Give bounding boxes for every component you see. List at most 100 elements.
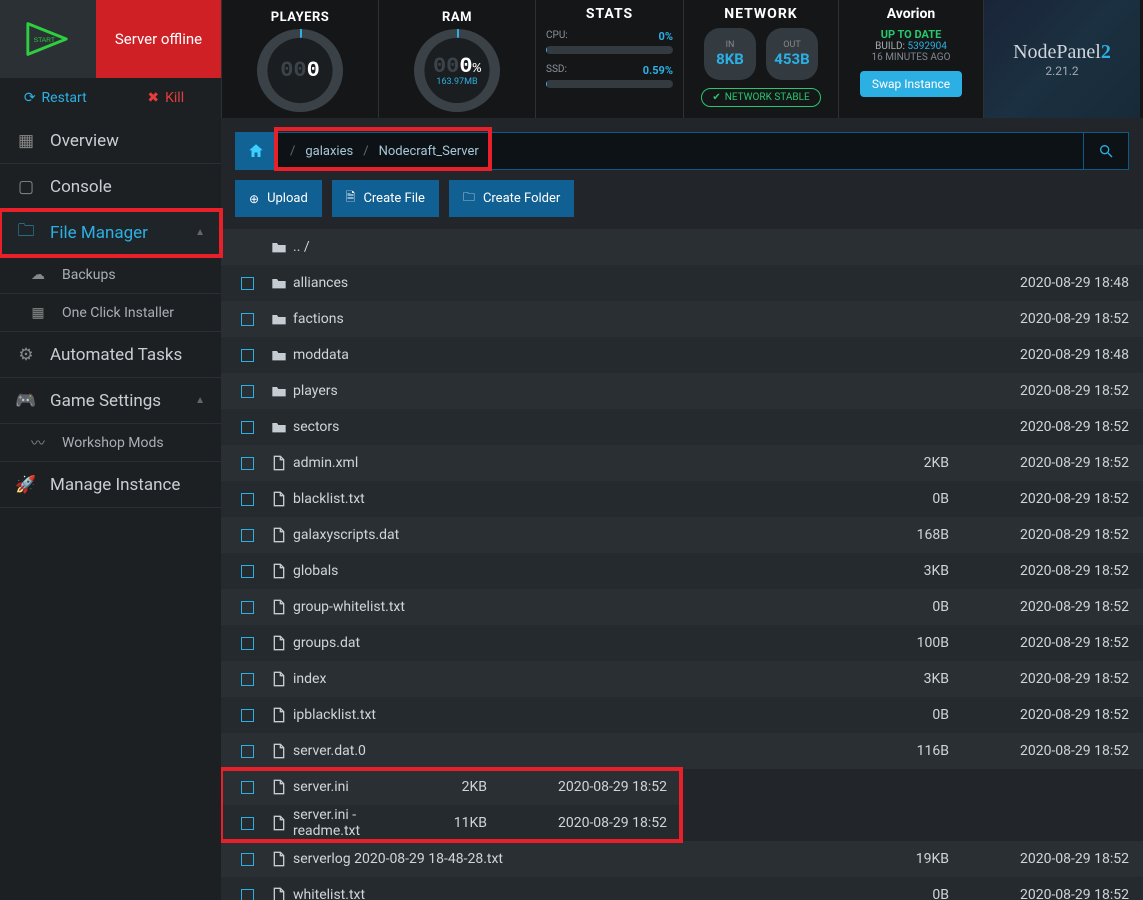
action-label: Create Folder xyxy=(483,191,560,206)
file-checkbox[interactable] xyxy=(229,421,265,434)
file-row[interactable]: groups.dat 100B 2020-08-29 18:52 xyxy=(221,625,1143,661)
file-icon xyxy=(265,851,293,867)
swap-instance-button[interactable]: Swap Instance xyxy=(860,71,962,97)
file-icon: 🗎 xyxy=(346,188,356,209)
net-out: OUT 453B xyxy=(766,28,818,80)
file-row[interactable]: sectors 2020-08-29 18:52 xyxy=(221,409,1143,445)
file-checkbox[interactable] xyxy=(229,349,265,362)
file-date: 2020-08-29 18:52 xyxy=(949,311,1129,327)
start-button[interactable]: START xyxy=(0,0,96,78)
file-row-up[interactable]: .. / xyxy=(221,229,1143,265)
file-checkbox[interactable] xyxy=(229,709,265,722)
file-row[interactable]: serverlog 2020-08-29 18-48-28.txt 19KB 2… xyxy=(221,841,1143,877)
file-checkbox[interactable] xyxy=(229,313,265,326)
sidebar-item-one-click[interactable]: ▦ One Click Installer xyxy=(0,294,221,332)
file-checkbox[interactable] xyxy=(229,277,265,290)
upload-button[interactable]: ⊕ Upload xyxy=(235,180,322,217)
breadcrumb-seg[interactable]: galaxies xyxy=(305,144,353,159)
grid-icon: ▦ xyxy=(28,305,48,321)
chevron-up-icon: ▲ xyxy=(195,395,205,406)
file-checkbox[interactable] xyxy=(229,817,265,830)
file-checkbox[interactable] xyxy=(229,673,265,686)
sidebar-item-workshop-mods[interactable]: 〰 Workshop Mods xyxy=(0,424,221,462)
rocket-icon: 🚀 xyxy=(16,475,36,495)
breadcrumb-home-button[interactable] xyxy=(235,132,277,170)
sidebar-item-label: Console xyxy=(50,177,112,197)
file-name: factions xyxy=(293,311,829,327)
file-name: globals xyxy=(293,563,829,579)
file-name: alliances xyxy=(293,275,829,291)
search-icon xyxy=(1098,143,1114,159)
file-date: 2020-08-29 18:48 xyxy=(949,275,1129,291)
file-row[interactable]: factions 2020-08-29 18:52 xyxy=(221,301,1143,337)
file-name: server.dat.0 xyxy=(293,743,829,759)
file-size: 0B xyxy=(829,707,949,723)
sidebar-item-game-settings[interactable]: 🎮 Game Settings ▲ xyxy=(0,378,221,424)
file-checkbox[interactable] xyxy=(229,493,265,506)
create-folder-button[interactable]: 🗀 Create Folder xyxy=(449,180,574,217)
build-ago: 16 MINUTES AGO xyxy=(871,52,950,63)
file-row[interactable]: group-whitelist.txt 0B 2020-08-29 18:52 xyxy=(221,589,1143,625)
file-date: 2020-08-29 18:52 xyxy=(949,491,1129,507)
sidebar-item-overview[interactable]: ▦ Overview xyxy=(0,118,221,164)
restart-label: Restart xyxy=(42,90,87,106)
kill-label: Kill xyxy=(165,90,184,106)
file-row[interactable]: server.ini 2KB 2020-08-29 18:52 xyxy=(221,769,681,805)
file-date: 2020-08-29 18:52 xyxy=(949,455,1129,471)
file-row[interactable]: whitelist.txt 0B 2020-08-29 18:52 xyxy=(221,877,1143,900)
brand-version: 2.21.2 xyxy=(1045,64,1078,78)
file-icon xyxy=(265,563,293,579)
file-date: 2020-08-29 18:48 xyxy=(949,347,1129,363)
sidebar-item-console[interactable]: ▢ Console xyxy=(0,164,221,210)
file-checkbox[interactable] xyxy=(229,529,265,542)
sidebar-item-label: Overview xyxy=(50,131,119,151)
file-row[interactable]: ipblacklist.txt 0B 2020-08-29 18:52 xyxy=(221,697,1143,733)
file-checkbox[interactable] xyxy=(229,745,265,758)
breadcrumb-seg[interactable]: Nodecraft_Server xyxy=(379,144,479,159)
gamepad-icon: 🎮 xyxy=(16,391,36,411)
file-row[interactable]: admin.xml 2KB 2020-08-29 18:52 xyxy=(221,445,1143,481)
ram-title: RAM xyxy=(442,10,472,25)
upload-icon: ⊕ xyxy=(249,192,259,206)
file-checkbox[interactable] xyxy=(229,601,265,614)
sidebar-item-backups[interactable]: ☁ Backups xyxy=(0,256,221,294)
restart-button[interactable]: ⟳ Restart xyxy=(0,78,111,118)
file-checkbox[interactable] xyxy=(229,385,265,398)
file-row[interactable]: alliances 2020-08-29 18:48 xyxy=(221,265,1143,301)
folder-icon xyxy=(265,420,293,434)
file-checkbox[interactable] xyxy=(229,781,265,794)
file-icon xyxy=(265,707,293,723)
folder-icon xyxy=(265,276,293,290)
file-size: 0B xyxy=(829,887,949,900)
file-name: serverlog 2020-08-29 18-48-28.txt xyxy=(293,851,829,867)
file-checkbox[interactable] xyxy=(229,637,265,650)
sidebar-item-automated-tasks[interactable]: ⚙ Automated Tasks xyxy=(0,332,221,378)
file-checkbox[interactable] xyxy=(229,853,265,866)
file-date: 2020-08-29 18:52 xyxy=(949,887,1129,900)
file-date: 2020-08-29 18:52 xyxy=(949,527,1129,543)
cpu-label: CPU: xyxy=(546,30,568,43)
kill-button[interactable]: ✖ Kill xyxy=(111,78,222,118)
file-checkbox[interactable] xyxy=(229,889,265,900)
file-row[interactable]: galaxyscripts.dat 168B 2020-08-29 18:52 xyxy=(221,517,1143,553)
file-row[interactable]: blacklist.txt 0B 2020-08-29 18:52 xyxy=(221,481,1143,517)
sidebar-item-label: File Manager xyxy=(50,223,148,243)
file-row[interactable]: players 2020-08-29 18:52 xyxy=(221,373,1143,409)
create-file-button[interactable]: 🗎 Create File xyxy=(332,180,439,217)
sidebar-item-label: Backups xyxy=(62,267,116,283)
sidebar-item-manage-instance[interactable]: 🚀 Manage Instance xyxy=(0,462,221,508)
file-row[interactable]: moddata 2020-08-29 18:48 xyxy=(221,337,1143,373)
file-checkbox[interactable] xyxy=(229,565,265,578)
breadcrumb[interactable]: / galaxies / Nodecraft_Server xyxy=(277,132,1084,170)
file-row[interactable]: globals 3KB 2020-08-29 18:52 xyxy=(221,553,1143,589)
sidebar-item-file-manager[interactable]: 🗀 File Manager ▲ xyxy=(0,210,221,256)
file-row[interactable]: server.ini - readme.txt 11KB 2020-08-29 … xyxy=(221,805,681,841)
file-row[interactable]: index 3KB 2020-08-29 18:52 xyxy=(221,661,1143,697)
file-size: 0B xyxy=(829,599,949,615)
file-icon xyxy=(265,527,293,543)
file-search-button[interactable] xyxy=(1084,132,1129,170)
sidebar-item-label: One Click Installer xyxy=(62,305,174,321)
file-row[interactable]: server.dat.0 116B 2020-08-29 18:52 xyxy=(221,733,1143,769)
file-date: 2020-08-29 18:52 xyxy=(949,383,1129,399)
file-checkbox[interactable] xyxy=(229,457,265,470)
